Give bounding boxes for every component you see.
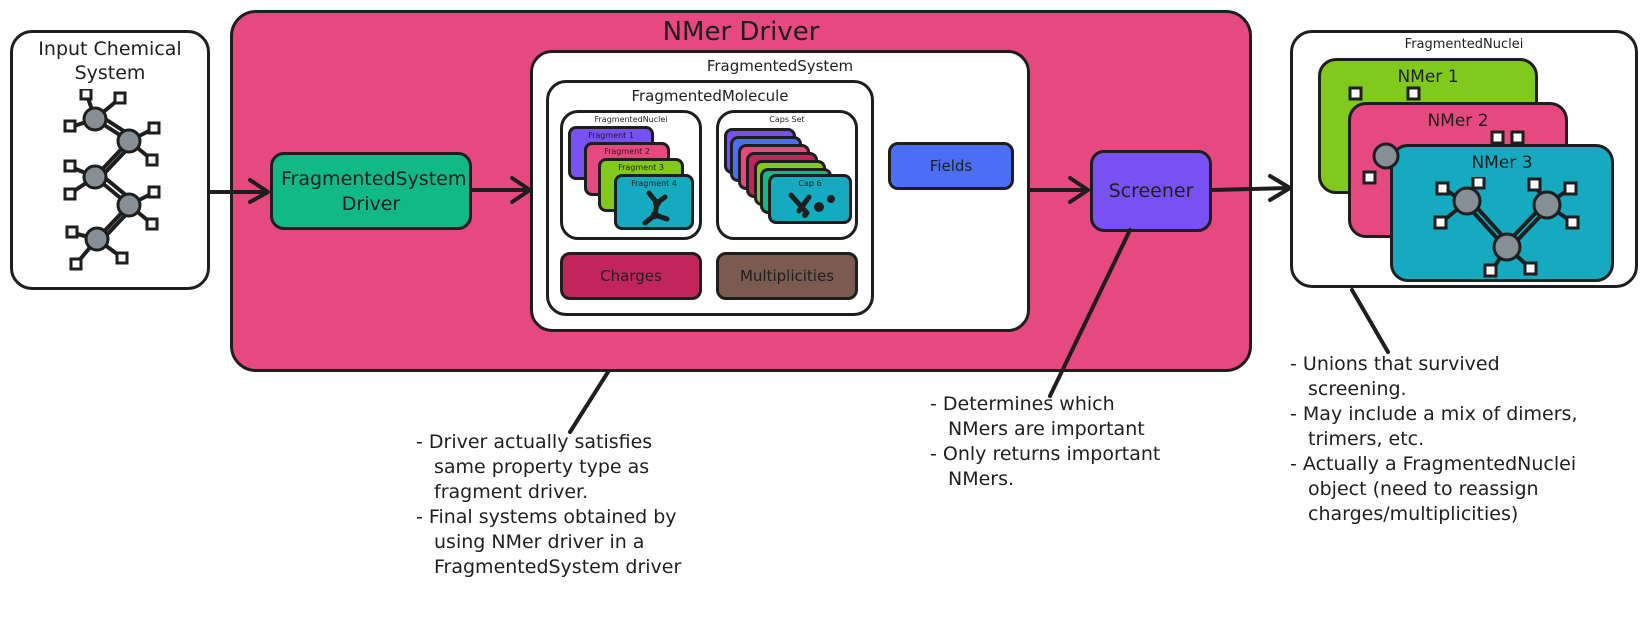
screener-note-item: Determines which NMers are important [930,392,1180,442]
driver-note: Driver actually satisfies same property … [416,430,692,580]
connectors [208,174,1390,434]
screener-note-item: Only returns important NMers. [930,442,1180,492]
leader-screener-note [1048,228,1132,398]
output-note-item: Unions that survived screening. [1290,352,1590,402]
output-note-item: May include a mix of dimers, trimers, et… [1290,402,1590,452]
driver-note-item: Final systems obtained by using NMer dri… [416,505,692,580]
screener-note: Determines which NMers are important Onl… [930,392,1180,492]
leader-driver-note [568,370,610,434]
driver-note-item: Driver actually satisfies same property … [416,430,692,505]
arrow-screener-to-output [1210,186,1290,192]
output-note: Unions that survived screening. May incl… [1290,352,1590,527]
leader-output-note [1350,288,1390,354]
output-note-item: Actually a FragmentedNuclei object (need… [1290,452,1590,527]
